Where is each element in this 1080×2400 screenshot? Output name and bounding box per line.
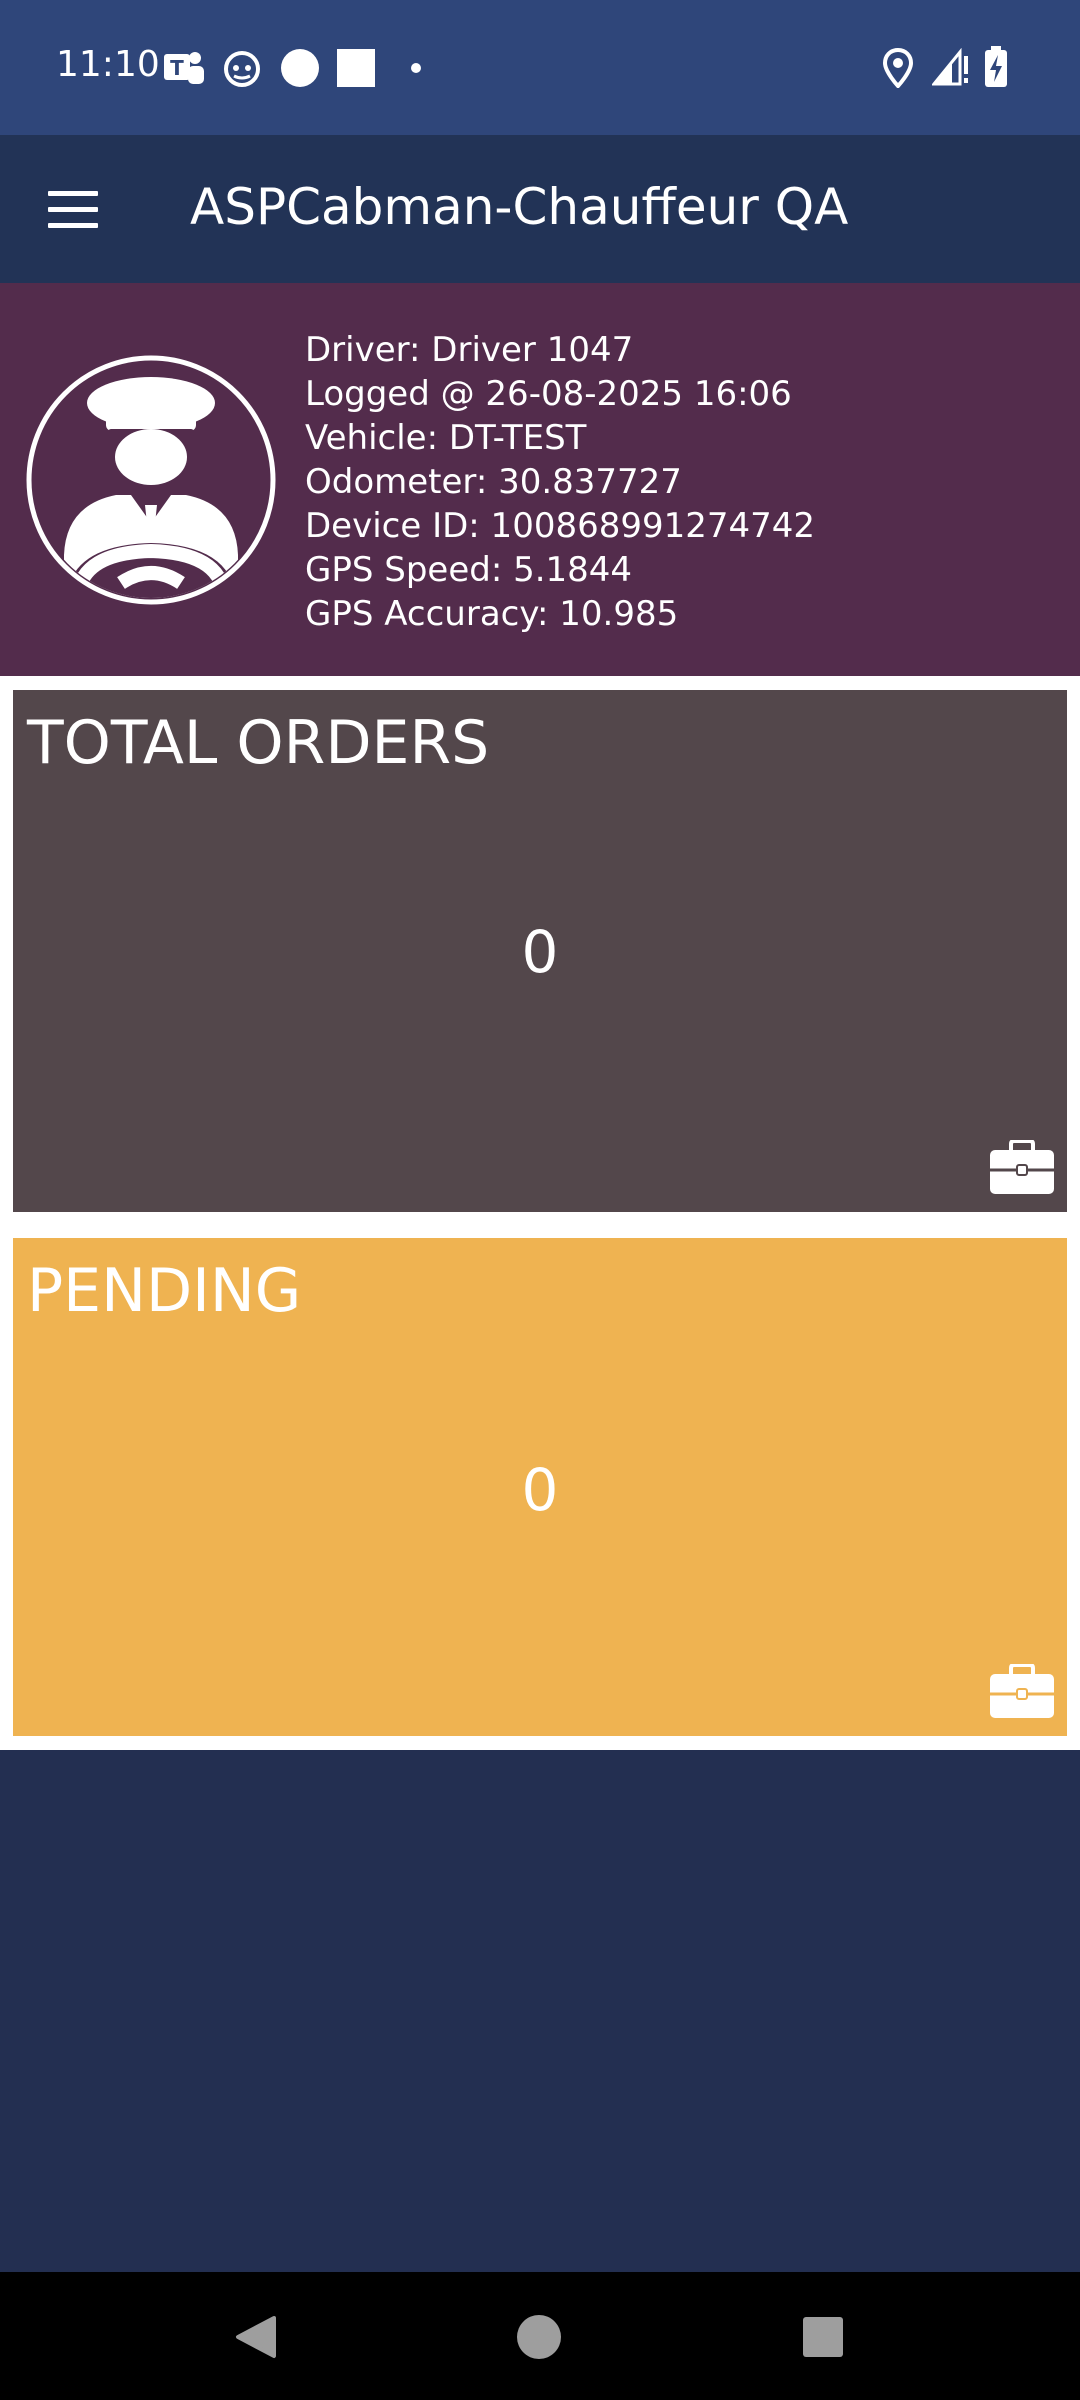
driver-profile-panel: Driver: Driver 1047 Logged @ 26-08-2025 … [0, 283, 1080, 676]
divider [0, 1212, 1080, 1238]
briefcase-icon [990, 1664, 1054, 1718]
cat-face-icon [224, 51, 260, 87]
total-orders-value: 0 [521, 918, 559, 986]
circle-icon [281, 49, 319, 87]
device-id: Device ID: 100868991274742 [305, 506, 816, 546]
status-bar: 11:10 T [0, 0, 1080, 135]
app-bar: ASPCabman-Chauffeur QA [0, 135, 1080, 283]
app-title: ASPCabman-Chauffeur QA [190, 178, 849, 236]
square-icon [337, 49, 375, 87]
gps-accuracy: GPS Accuracy: 10.985 [305, 594, 679, 634]
dot-icon [411, 63, 421, 73]
gps-speed: GPS Speed: 5.1844 [305, 550, 633, 590]
system-nav-bar [0, 2272, 1080, 2400]
back-triangle-icon[interactable] [232, 2314, 278, 2360]
battery-charging-icon [985, 46, 1007, 87]
location-icon [882, 48, 914, 88]
total-orders-title: TOTAL ORDERS [27, 708, 490, 778]
pending-value: 0 [521, 1456, 559, 1524]
briefcase-icon [990, 1140, 1054, 1194]
divider [0, 676, 1080, 690]
pending-card[interactable]: PENDING 0 [13, 1238, 1067, 1736]
vehicle: Vehicle: DT-TEST [305, 418, 587, 458]
svg-text:T: T [170, 56, 184, 80]
driver-info: Driver: Driver 1047 Logged @ 26-08-2025 … [305, 328, 815, 636]
odometer: Odometer: 30.837727 [305, 462, 682, 502]
divider [0, 690, 13, 1750]
signal-icon [932, 48, 968, 86]
total-orders-card[interactable]: TOTAL ORDERS 0 [13, 690, 1067, 1212]
logged-time: Logged @ 26-08-2025 16:06 [305, 374, 792, 414]
pending-title: PENDING [27, 1256, 302, 1326]
hamburger-menu-icon[interactable] [48, 191, 98, 229]
chauffeur-avatar-icon [26, 355, 276, 605]
divider [1067, 690, 1080, 1750]
driver-name: Driver: Driver 1047 [305, 330, 634, 370]
recents-square-icon[interactable] [802, 2316, 844, 2358]
home-circle-icon[interactable] [516, 2314, 562, 2360]
divider [0, 1736, 1080, 1750]
teams-icon: T [164, 52, 204, 84]
status-time: 11:10 [56, 44, 160, 85]
